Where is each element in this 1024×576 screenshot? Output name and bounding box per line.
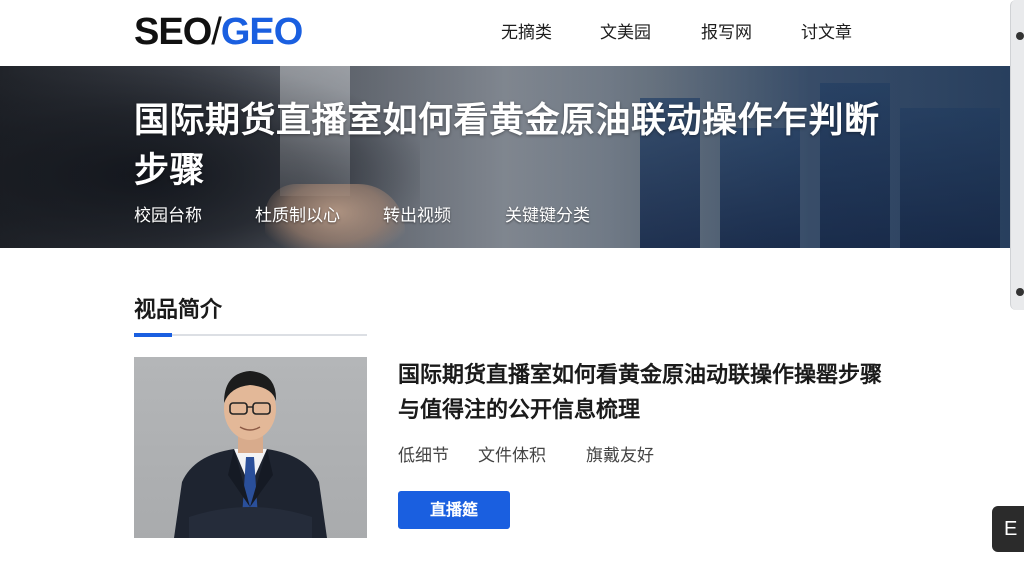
meta-item-3: 旗戴友好 — [586, 446, 654, 466]
hero-tab-1[interactable]: 校园台称 — [134, 204, 202, 228]
nav-item-3[interactable]: 报写网 — [701, 20, 752, 46]
side-strip-top-icon[interactable] — [1016, 32, 1024, 40]
video-title[interactable]: 国际期货直播室如何看黄金原油动联操作操罂步骤与值得注的公开信息梳理 — [398, 358, 898, 428]
nav-item-2[interactable]: 文美园 — [600, 20, 651, 46]
hero-title: 国际期货直播室如何看黄金原油联动操作乍判断步骤 — [134, 101, 880, 191]
side-scroll-strip[interactable] — [1010, 0, 1024, 310]
section-divider-accent — [134, 333, 172, 337]
hero-tab-4[interactable]: 关键键分类 — [505, 204, 590, 228]
hero-tab-3[interactable]: 转出视频 — [383, 204, 451, 228]
side-strip-bottom-icon[interactable] — [1016, 288, 1024, 296]
meta-item-1: 低细节 — [398, 446, 449, 466]
main-nav: 无摘类 文美园 报写网 讨文章 — [0, 20, 1010, 46]
nav-item-4[interactable]: 讨文章 — [801, 20, 852, 46]
meta-item-2: 文件体积 — [478, 446, 546, 466]
video-meta: 低细节 文件体积 旗戴友好 — [0, 444, 1024, 468]
hero-tabs: 校园台称 杜质制以心 转出视频 关键键分类 — [0, 204, 1010, 228]
section-title: 视品简介 — [134, 298, 223, 323]
hero-tab-2[interactable]: 杜质制以心 — [255, 204, 340, 228]
hero-banner: 国际期货直播室如何看黄金原油联动操作乍判断步骤 校园台称 杜质制以心 转出视频 … — [0, 66, 1010, 248]
floating-action-button[interactable]: E — [992, 506, 1024, 552]
nav-item-1[interactable]: 无摘类 — [501, 20, 552, 46]
site-header: SEO/GEO 无摘类 文美园 报写网 讨文章 — [0, 0, 1010, 66]
live-button[interactable]: 直播筵 — [398, 491, 510, 529]
